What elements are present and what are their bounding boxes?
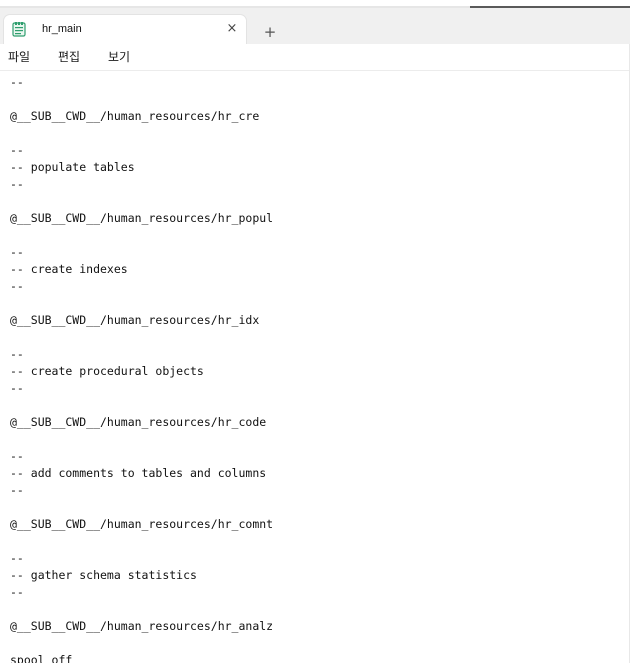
editor-line: @__SUB__CWD__/human_resources/hr_analz bbox=[10, 619, 274, 633]
editor-line: @__SUB__CWD__/human_resources/hr_idx bbox=[10, 313, 260, 327]
editor-line: @__SUB__CWD__/human_resources/hr_cre bbox=[10, 109, 260, 123]
editor-line: -- bbox=[10, 177, 24, 191]
menu-bar: 파일 편집 보기 bbox=[0, 44, 630, 71]
editor-line: -- bbox=[10, 75, 24, 89]
editor-line: -- bbox=[10, 449, 24, 463]
text-editor[interactable]: -- @__SUB__CWD__/human_resources/hr_cre --… bbox=[0, 71, 630, 663]
menu-file[interactable]: 파일 bbox=[8, 50, 30, 64]
notepad-window: hr_main × + 파일 편집 보기 -- @__SUB__CWD__/hum… bbox=[0, 0, 630, 663]
close-icon[interactable]: × bbox=[225, 22, 239, 36]
window-top-edge bbox=[0, 0, 630, 8]
tab-hr-main[interactable]: hr_main × bbox=[4, 15, 246, 44]
editor-line: -- create indexes bbox=[10, 262, 128, 276]
menu-edit[interactable]: 편집 bbox=[58, 50, 80, 64]
editor-line: -- populate tables bbox=[10, 160, 135, 174]
editor-line: -- create procedural objects bbox=[10, 364, 204, 378]
tab-bar: hr_main × + bbox=[0, 8, 630, 44]
editor-line: @__SUB__CWD__/human_resources/hr_popul bbox=[10, 211, 274, 225]
editor-line: -- bbox=[10, 245, 24, 259]
tab-title: hr_main bbox=[42, 23, 82, 35]
menu-view[interactable]: 보기 bbox=[108, 50, 130, 64]
editor-line: -- add comments to tables and columns bbox=[10, 466, 267, 480]
editor-line: -- bbox=[10, 279, 24, 293]
editor-line: spool off bbox=[10, 653, 73, 663]
editor-line: -- bbox=[10, 585, 24, 599]
editor-line: @__SUB__CWD__/human_resources/hr_comnt bbox=[10, 517, 274, 531]
editor-line: -- bbox=[10, 551, 24, 565]
notepad-icon bbox=[12, 22, 26, 37]
editor-line: @__SUB__CWD__/human_resources/hr_code bbox=[10, 415, 267, 429]
new-tab-button[interactable]: + bbox=[260, 24, 280, 44]
editor-line: -- bbox=[10, 483, 24, 497]
editor-line: -- bbox=[10, 347, 24, 361]
editor-line: -- bbox=[10, 381, 24, 395]
editor-line: -- gather schema statistics bbox=[10, 568, 197, 582]
editor-line: -- bbox=[10, 143, 24, 157]
